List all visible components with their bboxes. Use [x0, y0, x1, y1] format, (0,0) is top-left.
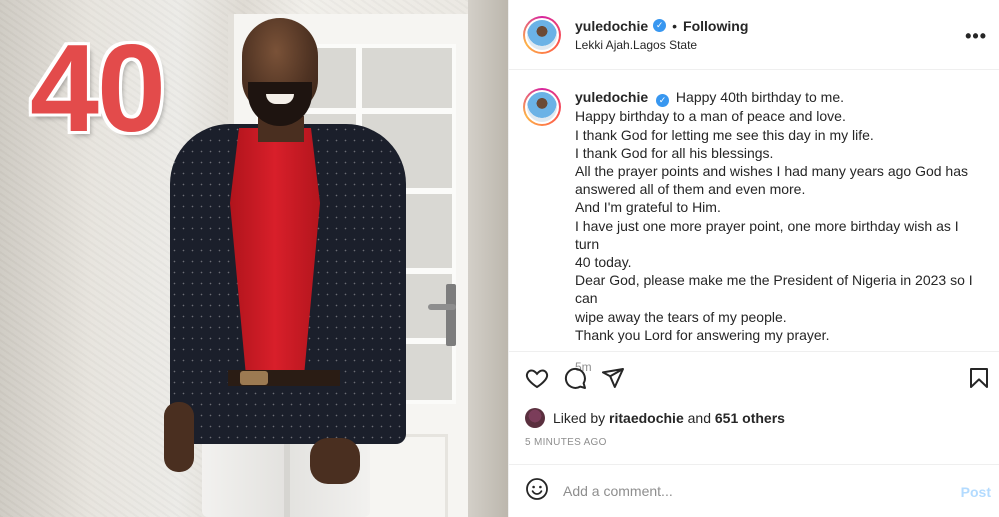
- comment-input[interactable]: [563, 482, 923, 499]
- caption-area: yuledochie ✓ Happy 40th birthday to me. …: [509, 70, 999, 374]
- caption-line: wipe away the tears of my people.: [575, 308, 787, 325]
- avatar: [527, 92, 557, 123]
- caption-line: 40 today.: [575, 253, 632, 270]
- likes-conjunction: and: [687, 409, 711, 426]
- photo-overlay-number: 40: [30, 20, 166, 158]
- header-username[interactable]: yuledochie: [575, 18, 648, 34]
- comment-bar: Post: [509, 463, 999, 517]
- share-icon[interactable]: [601, 366, 625, 390]
- avatar-inner: [525, 90, 559, 125]
- caption-line: yuledochie ✓ Happy 40th birthday to me.: [575, 88, 985, 108]
- right-hand: [310, 438, 360, 484]
- caption-line-text: Happy 40th birthday to me.: [675, 89, 845, 106]
- caption-line: Dear God, please make me the President o…: [575, 272, 973, 307]
- post-timestamp[interactable]: 5 MINUTES AGO: [509, 432, 999, 454]
- separator-dot: •: [672, 17, 678, 34]
- belt-buckle: [240, 371, 268, 385]
- post-side-panel: yuledochie ✓ • Following Lekki Ajah.Lago…: [508, 0, 999, 517]
- person: [160, 18, 410, 517]
- likes-others-link[interactable]: 651 others: [715, 410, 785, 426]
- action-bar: [509, 352, 999, 403]
- caption-line: Happy birthday to a man of peace and lov…: [575, 108, 846, 125]
- door-handle-plate: [446, 284, 456, 346]
- bookmark-icon[interactable]: [967, 366, 991, 393]
- red-shirt: [230, 128, 320, 378]
- emoji-icon[interactable]: [525, 477, 549, 504]
- post-dialog: 40 yuledochie ✓ • Following Lekki Ajah.L…: [0, 0, 999, 517]
- profile-avatar-ring[interactable]: [523, 15, 561, 54]
- more-options-icon[interactable]: •••: [965, 26, 987, 47]
- caption-line: I have just one more prayer point, one m…: [575, 217, 959, 252]
- heart-icon[interactable]: [525, 366, 549, 390]
- caption-avatar-ring[interactable]: [523, 88, 561, 127]
- caption-line: I thank God for letting me see this day …: [575, 126, 874, 143]
- caption-line: All the prayer points and wishes I had m…: [575, 162, 968, 179]
- likes-prefix: Liked by: [553, 409, 606, 426]
- header-text: yuledochie ✓ • Following Lekki Ajah.Lago…: [575, 18, 748, 52]
- post-comment-button[interactable]: Post: [961, 484, 991, 500]
- caption-line: answered all of them and even more.: [575, 181, 806, 198]
- avatar-inner: [525, 17, 559, 52]
- location-link[interactable]: Lekki Ajah.Lagos State: [575, 38, 748, 52]
- caption-username[interactable]: yuledochie: [575, 89, 648, 105]
- left-hand: [164, 402, 194, 472]
- liker-avatar[interactable]: [525, 407, 545, 428]
- avatar: [527, 19, 557, 50]
- following-button[interactable]: Following: [683, 18, 748, 34]
- verified-badge-icon: ✓: [656, 94, 670, 108]
- door-handle: [428, 304, 456, 310]
- caption-text: yuledochie ✓ Happy 40th birthday to me. …: [575, 88, 985, 374]
- caption-line: Thank you Lord for answering my prayer.: [575, 326, 830, 343]
- verified-badge-icon: ✓: [653, 19, 667, 33]
- door-frame: [468, 0, 508, 517]
- header-line: yuledochie ✓ • Following: [575, 18, 748, 34]
- likes-row: Liked by ritaedochie and 651 others: [509, 404, 999, 432]
- liker-username[interactable]: ritaedochie: [609, 410, 684, 426]
- post-header: yuledochie ✓ • Following Lekki Ajah.Lago…: [509, 0, 999, 71]
- caption-line: And I'm grateful to Him.: [575, 199, 721, 216]
- comment-icon[interactable]: [563, 366, 587, 390]
- caption-line: I thank God for all his blessings.: [575, 144, 774, 161]
- post-image[interactable]: 40: [0, 0, 508, 517]
